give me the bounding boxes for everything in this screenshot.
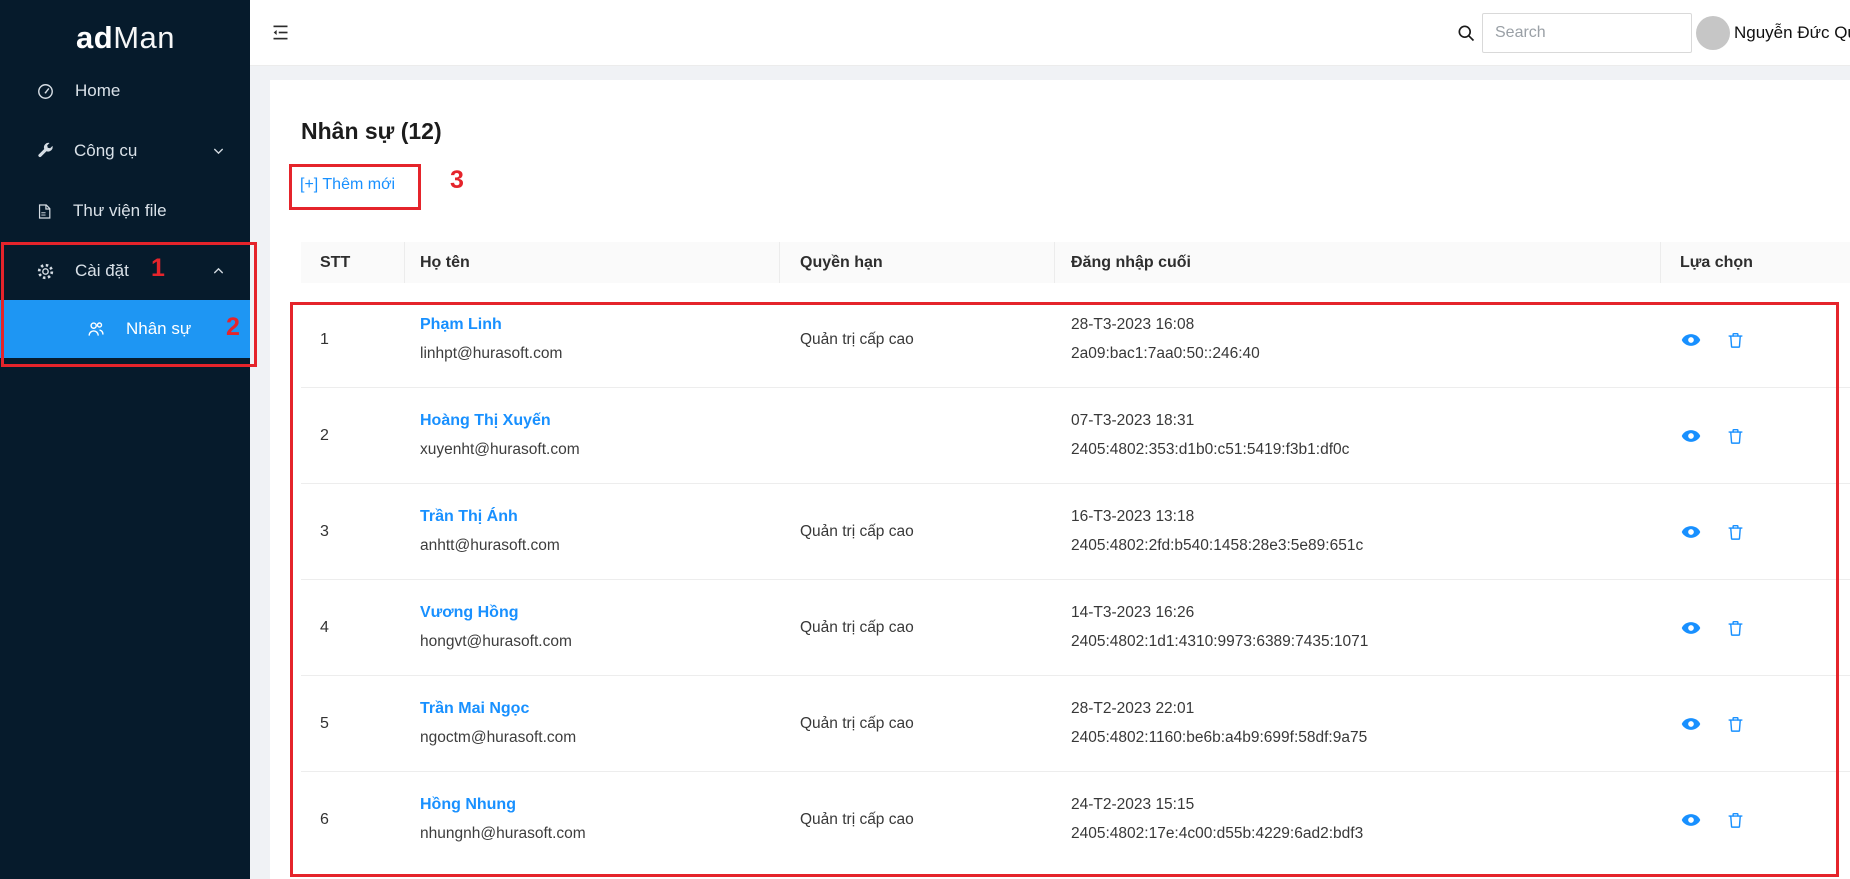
row-last-login-ip: 2405:4802:353:d1b0:c51:5419:f3b1:df0c [1071,441,1349,459]
row-last-login-ip: 2405:4802:2fd:b540:1458:28e3:5e89:651c [1071,537,1363,555]
row-stt: 1 [320,331,329,349]
sidebar-item-label: Home [75,81,120,101]
row-email: xuyenht@hurasoft.com [420,441,580,459]
row-stt: 3 [320,523,329,541]
table-row: 2 Hoàng Thị Xuyến xuyenht@hurasoft.com 0… [301,388,1850,484]
sidebar-item-tools[interactable]: Công cụ [0,122,250,180]
row-name-link[interactable]: Vương Hồng [420,604,519,622]
sidebar-item-settings[interactable]: Cài đặt [0,242,250,300]
sidebar-item-label: Công cụ [74,141,137,161]
row-last-login-ip: 2a09:bac1:7aa0:50::246:40 [1071,345,1260,363]
sidebar-item-home[interactable]: Home [0,62,250,120]
table-header: STT Họ tên Quyền hạn Đăng nhập cuối Lựa … [301,242,1850,283]
header-role: Quyền hạn [800,242,883,283]
menu-fold-icon[interactable] [270,22,291,48]
table-row: 3 Trần Thị Ánh anhtt@hurasoft.com Quản t… [301,484,1850,580]
row-name-link[interactable]: Hoàng Thị Xuyến [420,412,551,430]
eye-icon[interactable] [1681,426,1701,446]
app-logo-bold: ad [76,20,113,55]
eye-icon[interactable] [1681,330,1701,350]
sidebar-item-label: Nhân sự [126,319,191,339]
chevron-up-icon [212,265,225,278]
file-icon [36,202,53,221]
row-last-login-time: 28-T3-2023 16:08 [1071,316,1194,334]
header-name: Họ tên [420,242,470,283]
table-row: 5 Trần Mai Ngọc ngoctm@hurasoft.com Quản… [301,676,1850,772]
eye-icon[interactable] [1681,618,1701,638]
trash-icon[interactable] [1726,811,1745,830]
row-last-login-ip: 2405:4802:1d1:4310:9973:6389:7435:1071 [1071,633,1368,651]
row-role: Quản trị cấp cao [800,715,914,733]
add-new-link[interactable]: [+] Thêm mới [300,176,395,194]
row-last-login-ip: 2405:4802:17e:4c00:d55b:4229:6ad2:bdf3 [1071,825,1363,843]
column-divider [779,242,780,283]
row-email: ngoctm@hurasoft.com [420,729,576,747]
row-email: anhtt@hurasoft.com [420,537,560,555]
row-role: Quản trị cấp cao [800,619,914,637]
row-role: Quản trị cấp cao [800,331,914,349]
wrench-icon [36,142,54,160]
people-icon [86,319,106,339]
row-last-login-time: 16-T3-2023 13:18 [1071,508,1194,526]
dashboard-icon [36,82,55,101]
table-row: 4 Vương Hồng hongvt@hurasoft.com Quản tr… [301,580,1850,676]
row-email: nhungnh@hurasoft.com [420,825,586,843]
row-name-link[interactable]: Trần Thị Ánh [420,508,518,526]
page-title: Nhân sự (12) [301,118,442,145]
row-last-login-time: 07-T3-2023 18:31 [1071,412,1194,430]
sidebar-item-personnel[interactable]: Nhân sự [0,300,250,358]
sidebar: adMan Home Công cụ Thư viện file [0,0,250,879]
eye-icon[interactable] [1681,522,1701,542]
header-last-login: Đăng nhập cuối [1071,242,1191,283]
sidebar-item-file-library[interactable]: Thư viện file [0,182,250,240]
content-card: Nhân sự (12) [+] Thêm mới STT Họ tên Quy… [270,80,1850,879]
username[interactable]: Nguyễn Đức Qu [1734,0,1850,66]
avatar[interactable] [1696,16,1730,50]
column-divider [1054,242,1055,283]
sidebar-item-label: Thư viện file [73,201,167,221]
app-window: adMan Home Công cụ Thư viện file [0,0,1850,879]
row-email: hongvt@hurasoft.com [420,633,572,651]
header-stt: STT [320,242,350,283]
gear-icon [36,262,55,281]
app-logo[interactable]: adMan [76,20,175,56]
row-name-link[interactable]: Trần Mai Ngọc [420,700,529,718]
eye-icon[interactable] [1681,714,1701,734]
row-last-login-time: 24-T2-2023 15:15 [1071,796,1194,814]
trash-icon[interactable] [1726,618,1745,637]
column-divider [404,242,405,283]
table-row: 6 Hồng Nhung nhungnh@hurasoft.com Quản t… [301,772,1850,868]
sidebar-item-label: Cài đặt [75,261,129,281]
header-actions: Lựa chọn [1680,242,1753,283]
table-row: 1 Phạm Linh linhpt@hurasoft.com Quản trị… [301,292,1850,388]
row-name-link[interactable]: Phạm Linh [420,316,502,334]
chevron-down-icon [212,145,225,158]
topbar: Nguyễn Đức Qu [250,0,1850,66]
app-logo-light: Man [113,20,175,55]
row-stt: 4 [320,619,329,637]
trash-icon[interactable] [1726,330,1745,349]
eye-icon[interactable] [1681,810,1701,830]
table-body: 1 Phạm Linh linhpt@hurasoft.com Quản trị… [301,292,1850,868]
row-stt: 5 [320,715,329,733]
row-role: Quản trị cấp cao [800,523,914,541]
row-role: Quản trị cấp cao [800,811,914,829]
column-divider [1660,242,1661,283]
row-stt: 6 [320,811,329,829]
trash-icon[interactable] [1726,522,1745,541]
row-name-link[interactable]: Hồng Nhung [420,796,516,814]
search-icon[interactable] [1456,23,1476,48]
trash-icon[interactable] [1726,714,1745,733]
trash-icon[interactable] [1726,426,1745,445]
row-last-login-ip: 2405:4802:1160:be6b:a4b9:699f:58df:9a75 [1071,729,1367,747]
row-stt: 2 [320,427,329,445]
row-last-login-time: 14-T3-2023 16:26 [1071,604,1194,622]
personnel-table: STT Họ tên Quyền hạn Đăng nhập cuối Lựa … [301,242,1850,868]
row-email: linhpt@hurasoft.com [420,345,562,363]
row-last-login-time: 28-T2-2023 22:01 [1071,700,1194,718]
search-input[interactable] [1482,13,1692,53]
